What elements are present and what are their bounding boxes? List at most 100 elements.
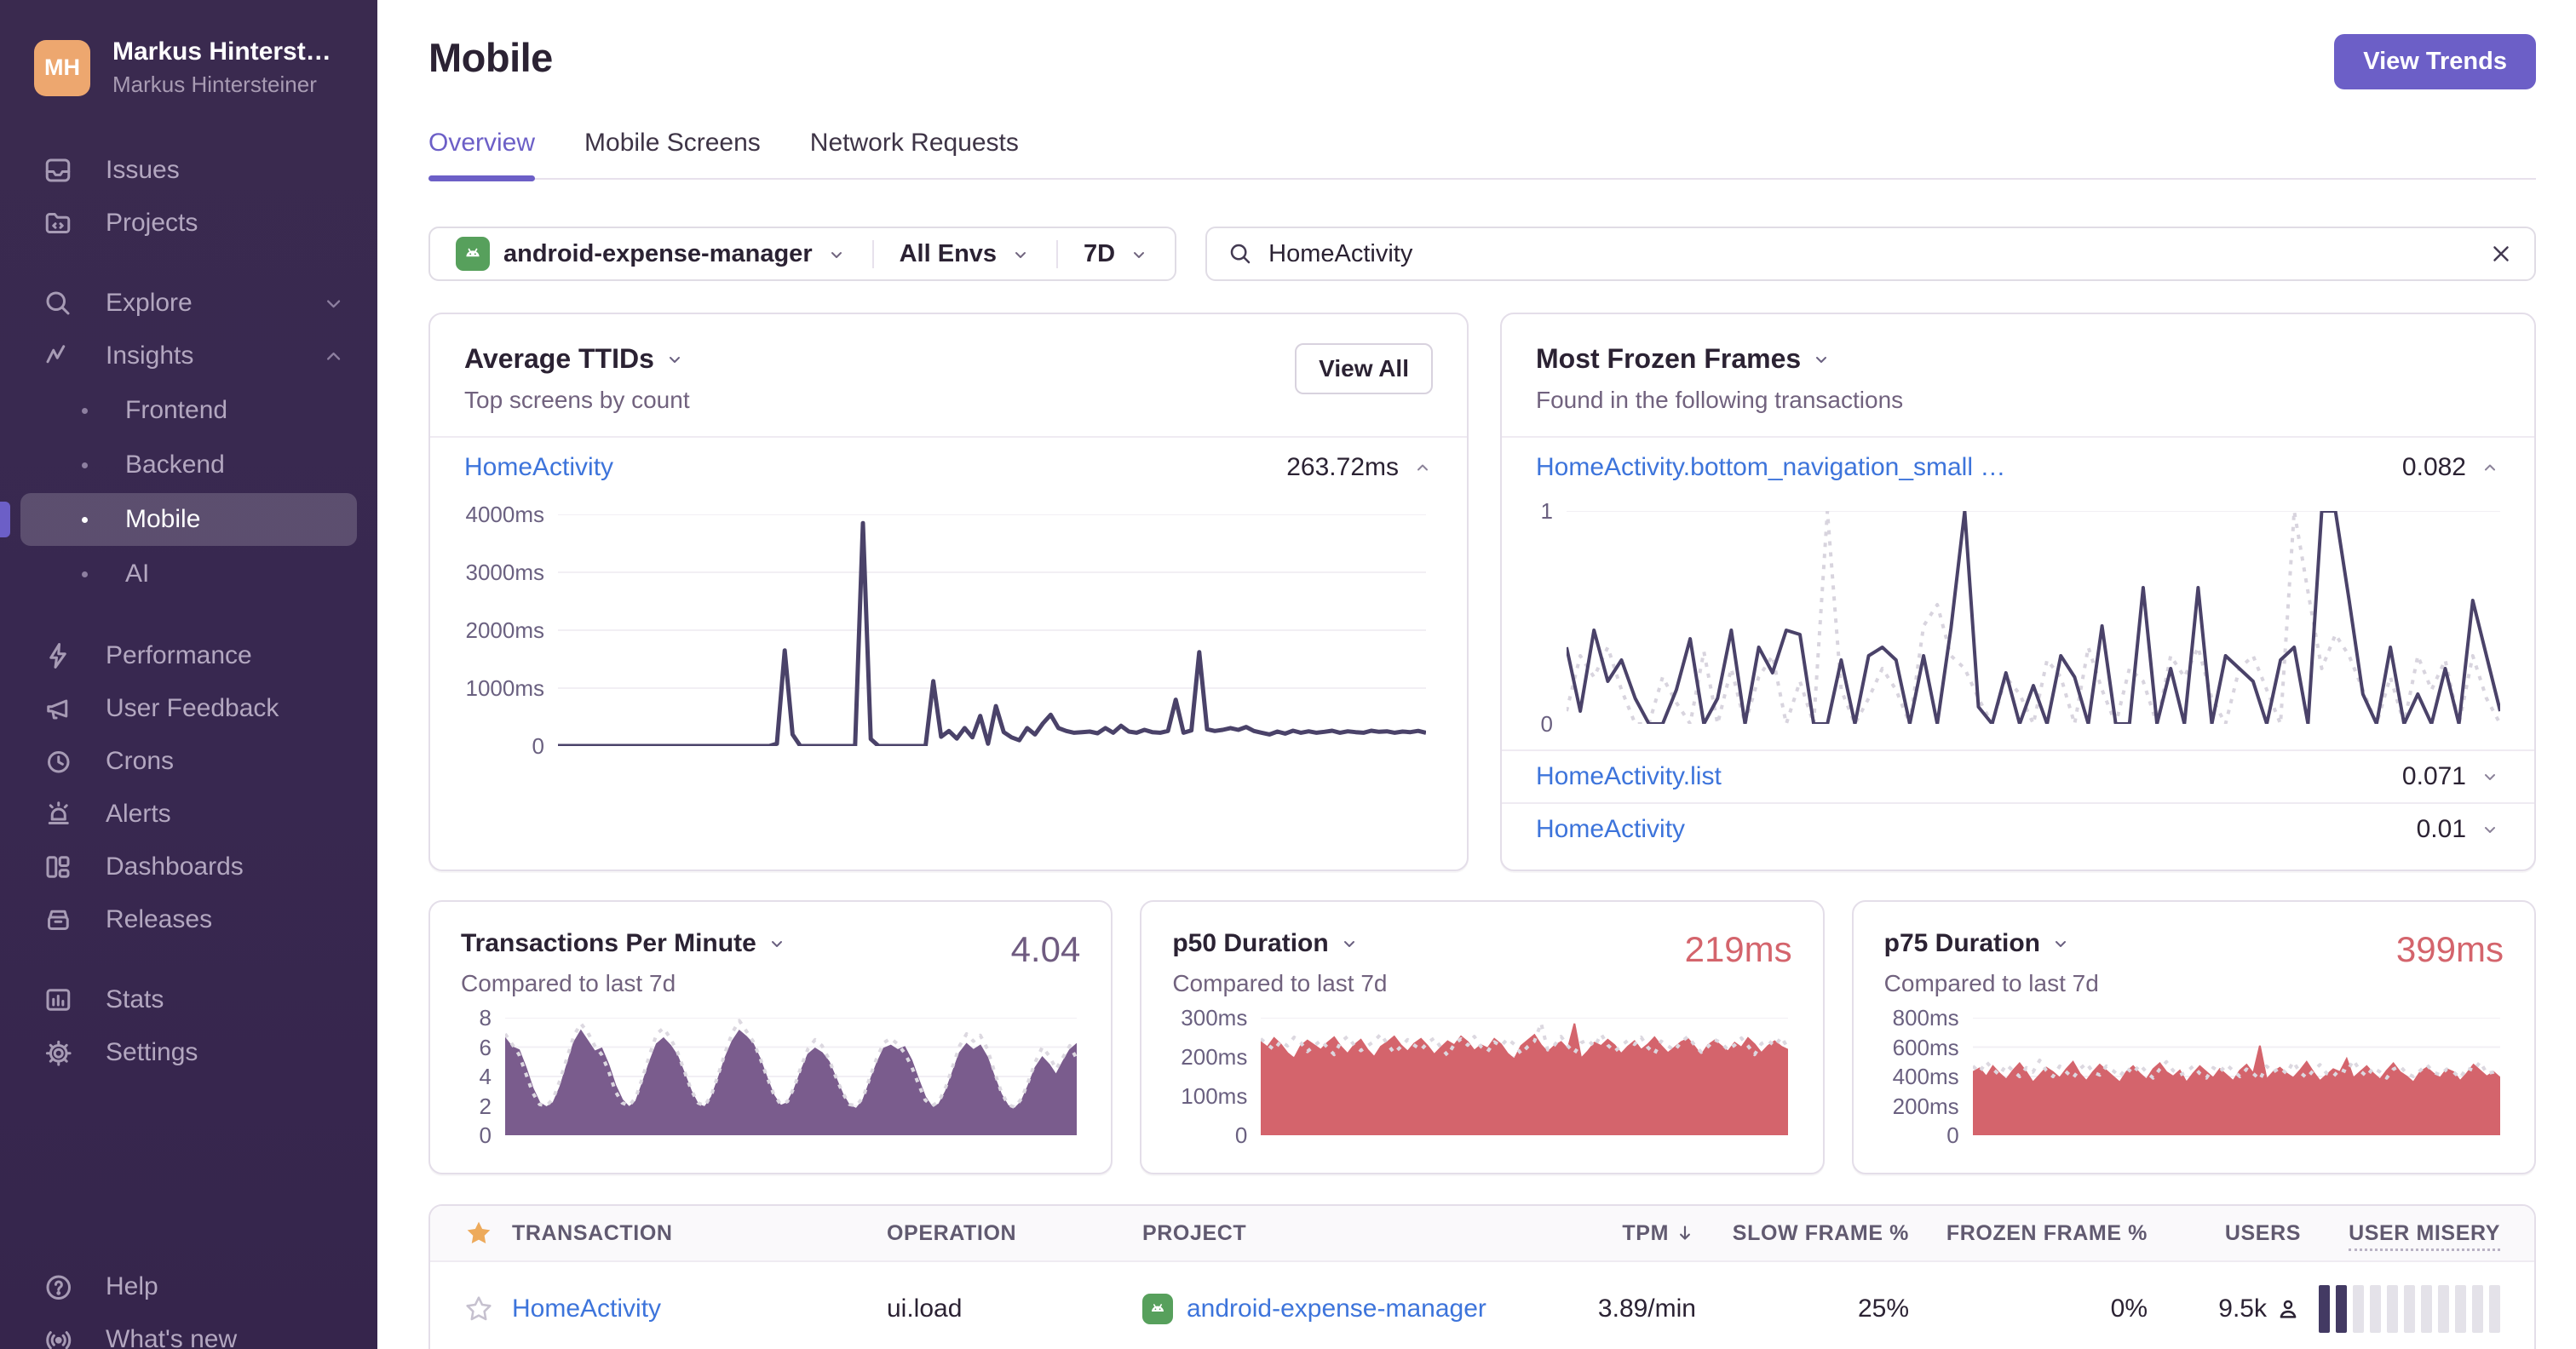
column-header-slow-frame[interactable]: SLOW FRAME % (1733, 1221, 1909, 1246)
sidebar-item-alerts[interactable]: Alerts (0, 788, 377, 841)
releases-icon (43, 904, 73, 935)
sidebar-item-insights[interactable]: Insights (0, 330, 377, 382)
table-header-row: TRANSACTION OPERATION PROJECT TPM SLOW F… (430, 1206, 2534, 1262)
clock-icon (43, 746, 73, 777)
transaction-link[interactable]: HomeActivity (1536, 815, 1685, 844)
card-subtitle: Compared to last 7d (1883, 970, 2099, 996)
bullet-icon (82, 516, 88, 523)
sidebar-item-mobile[interactable]: Mobile (0, 493, 357, 546)
sidebar-item-releases[interactable]: Releases (0, 893, 377, 946)
transactions-table: TRANSACTION OPERATION PROJECT TPM SLOW F… (428, 1204, 2536, 1349)
card-title-row[interactable]: p50 Duration (1172, 929, 1387, 958)
search-input[interactable] (1268, 239, 2473, 268)
sidebar-item-whats-new[interactable]: What's new (0, 1313, 377, 1349)
sidebar-item-label: Frontend (125, 396, 228, 424)
issues-icon (43, 155, 73, 186)
transaction-link[interactable]: HomeActivity (464, 453, 613, 482)
siren-icon (43, 799, 73, 829)
column-header-user-misery[interactable]: USER MISERY (2349, 1220, 2500, 1251)
stats-icon (43, 984, 73, 1015)
star-filled-icon (464, 1219, 493, 1248)
org-name: Markus Hinterst… (112, 37, 331, 66)
sidebar-item-frontend[interactable]: Frontend (20, 384, 357, 437)
sidebar-item-label: Issues (106, 156, 180, 184)
column-header-transaction[interactable]: TRANSACTION (512, 1221, 887, 1246)
search-bar (1205, 227, 2536, 281)
page-title: Mobile (428, 35, 553, 80)
card-title: p50 Duration (1172, 929, 1329, 957)
sidebar-item-label: What's new (106, 1325, 238, 1349)
tab-overview[interactable]: Overview (428, 129, 536, 181)
project-selector[interactable]: android-expense-manager (430, 237, 872, 271)
column-header-operation[interactable]: OPERATION (887, 1221, 1142, 1246)
chevron-down-icon (1816, 356, 1827, 363)
date-range-selector[interactable]: 7D (1056, 239, 1175, 268)
sidebar-item-projects[interactable]: Projects (0, 197, 377, 250)
project-cell[interactable]: android-expense-manager (1142, 1294, 1543, 1324)
sidebar-item-issues[interactable]: Issues (0, 144, 377, 197)
tab-network-requests[interactable]: Network Requests (810, 129, 1019, 178)
transaction-link[interactable]: HomeActivity.bottom_navigation_small … (1536, 453, 2005, 482)
card-title-row[interactable]: p75 Duration (1884, 929, 2099, 958)
main-content: Mobile View Trends Overview Mobile Scree… (377, 0, 2576, 1349)
transaction-link[interactable]: HomeActivity.list (1536, 762, 1722, 791)
sidebar-item-settings[interactable]: Settings (0, 1026, 377, 1079)
operation-cell: ui.load (887, 1294, 963, 1323)
metric-value: 0.01 (2416, 815, 2466, 843)
card-subtitle: Top screens by count (464, 387, 690, 413)
tab-mobile-screens[interactable]: Mobile Screens (584, 129, 761, 178)
sidebar-item-dashboards[interactable]: Dashboards (0, 841, 377, 893)
chevron-down-icon (669, 356, 680, 363)
sidebar-item-explore[interactable]: Explore (0, 277, 377, 330)
card-title-row[interactable]: Most Frozen Frames (1536, 343, 1903, 375)
sidebar-item-backend[interactable]: Backend (20, 439, 357, 491)
sidebar-item-user-feedback[interactable]: User Feedback (0, 682, 377, 735)
user-misery-score (2319, 1285, 2500, 1333)
card-title-row[interactable]: Average TTIDs (464, 343, 690, 375)
transaction-link[interactable]: HomeActivity (512, 1294, 887, 1323)
expand-icon[interactable] (2480, 819, 2500, 840)
search-icon (43, 288, 73, 319)
search-icon (1228, 241, 1253, 267)
frozen-frame-cell: 0% (2110, 1294, 2148, 1323)
column-header-project[interactable]: PROJECT (1142, 1221, 1543, 1246)
chevron-down-icon (1010, 244, 1031, 264)
project-link: android-expense-manager (1187, 1294, 1486, 1323)
metric-big-value: 219ms (1684, 929, 1792, 969)
p50-duration-chart: 300ms 200ms 100ms 0 (1181, 1007, 1789, 1146)
sidebar-item-performance[interactable]: Performance (0, 629, 377, 682)
sidebar-item-label: Dashboards (106, 852, 244, 881)
view-all-button[interactable]: View All (1295, 343, 1433, 394)
view-trends-button[interactable]: View Trends (2334, 34, 2536, 89)
metric-big-value: 4.04 (1010, 929, 1081, 969)
collapse-icon[interactable] (2480, 457, 2500, 478)
metric-value: 263.72ms (1286, 453, 1399, 481)
expand-icon[interactable] (2480, 766, 2500, 787)
collapse-icon[interactable] (1412, 457, 1433, 478)
column-header-tpm[interactable]: TPM (1622, 1221, 1696, 1246)
column-header-users[interactable]: USERS (2225, 1221, 2301, 1246)
environment-selector[interactable]: All Envs (871, 239, 1056, 268)
sidebar-item-label: Insights (106, 342, 194, 370)
sidebar: MH Markus Hinterst… Markus Hintersteiner… (0, 0, 377, 1349)
sidebar-item-ai[interactable]: AI (20, 548, 357, 600)
megaphone-icon (43, 693, 73, 724)
date-range-value: 7D (1084, 239, 1116, 267)
sidebar-item-help[interactable]: Help (0, 1260, 377, 1313)
table-row: HomeActivity ui.load android-expense-man… (430, 1262, 2534, 1349)
avatar: MH (34, 39, 90, 96)
sidebar-item-label: Mobile (125, 505, 201, 533)
org-switcher[interactable]: MH Markus Hinterst… Markus Hintersteiner (0, 0, 377, 98)
gear-icon (43, 1037, 73, 1068)
sidebar-item-label: Alerts (106, 800, 171, 828)
sidebar-item-stats[interactable]: Stats (0, 973, 377, 1026)
star-outline-icon[interactable] (464, 1294, 493, 1323)
column-header-frozen-frame[interactable]: FROZEN FRAME % (1946, 1221, 2148, 1246)
sidebar-item-crons[interactable]: Crons (0, 735, 377, 788)
chevron-down-icon (2056, 941, 2067, 947)
sort-desc-icon (1680, 1226, 1690, 1240)
page-filter-bar: android-expense-manager All Envs 7D (428, 227, 1177, 281)
card-title-row[interactable]: Transactions Per Minute (461, 929, 787, 958)
project-name: android-expense-manager (503, 239, 813, 267)
clear-search-icon[interactable] (2488, 241, 2514, 267)
